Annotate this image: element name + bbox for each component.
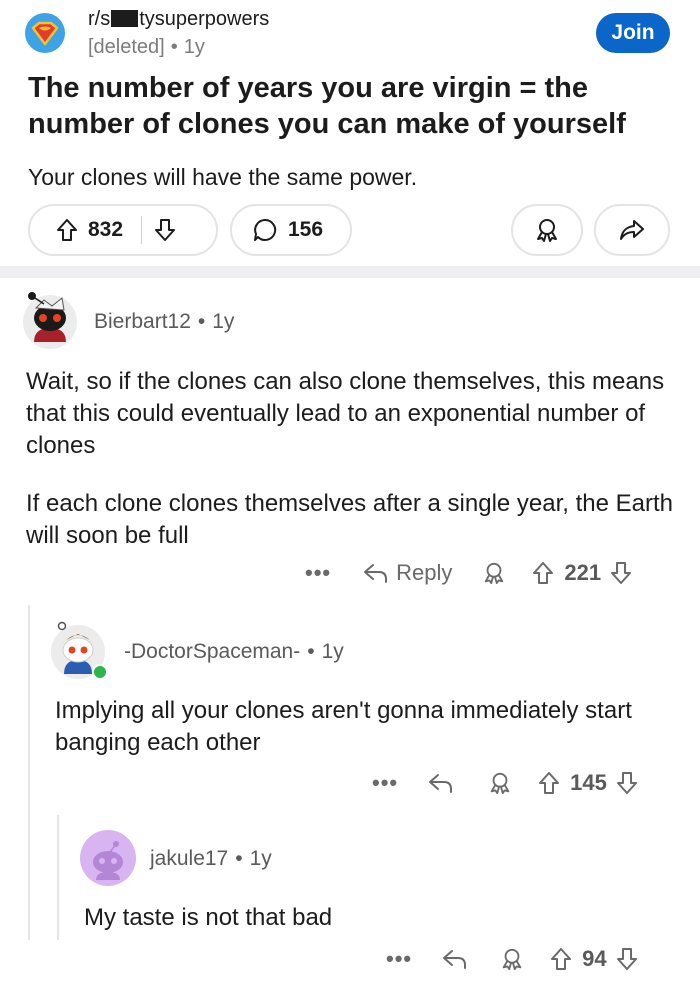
thread-line[interactable]: [57, 815, 59, 940]
comment-username[interactable]: Bierbart12: [94, 310, 191, 333]
award-icon[interactable]: [482, 561, 506, 585]
subreddit-prefix: r/s: [88, 8, 111, 30]
join-button[interactable]: Join: [596, 13, 670, 53]
comment-actions: ••• 94: [386, 946, 638, 972]
more-options-button[interactable]: •••: [372, 770, 398, 796]
award-icon: [534, 217, 560, 243]
award-icon[interactable]: [500, 947, 524, 971]
comment-author-row: jakule17 • 1y: [150, 847, 272, 871]
share-icon: [619, 218, 645, 242]
meta-separator: •: [235, 847, 243, 870]
share-button[interactable]: [594, 204, 670, 256]
subreddit-name[interactable]: r/s tysuperpowers: [88, 8, 269, 31]
online-status-indicator: [92, 664, 108, 680]
thread-line[interactable]: [28, 605, 30, 940]
post-title[interactable]: The number of years you are virgin = the…: [28, 70, 678, 142]
award-button[interactable]: [511, 204, 583, 256]
reply-button[interactable]: Reply: [363, 560, 452, 586]
post-author: [deleted]: [88, 36, 165, 58]
reply-label: Reply: [396, 560, 453, 585]
comment-actions: ••• Reply 221: [305, 560, 632, 586]
comment-text: Wait, so if the clones can also clone th…: [26, 368, 665, 459]
meta-separator: •: [197, 310, 206, 333]
downvote-icon[interactable]: [154, 218, 176, 242]
post-upvote-count: 832: [88, 218, 124, 241]
meta-separator: •: [170, 36, 178, 58]
post-meta: [deleted] • 1y: [88, 36, 205, 59]
reply-icon[interactable]: [442, 948, 468, 970]
comment-text: If each clone clones themselves after a …: [26, 490, 674, 549]
downvote-icon[interactable]: [610, 561, 632, 585]
downvote-icon[interactable]: [616, 771, 638, 795]
comment-text: Implying all your clones aren't gonna im…: [55, 697, 632, 756]
vote-divider: [141, 216, 143, 244]
reply-icon: [363, 562, 389, 584]
comment-score: 94: [582, 946, 607, 971]
meta-separator: •: [307, 640, 315, 663]
comment-count: 156: [288, 218, 324, 241]
comment-author-row: Bierbart12 • 1y: [94, 310, 234, 334]
avatar[interactable]: [22, 290, 78, 349]
downvote-icon[interactable]: [616, 947, 638, 971]
subreddit-icon[interactable]: [25, 13, 65, 53]
comment-score: 221: [564, 560, 602, 585]
more-options-button[interactable]: •••: [386, 946, 412, 972]
comment-actions: ••• 145: [372, 770, 638, 796]
upvote-icon[interactable]: [56, 218, 78, 242]
post-body: Your clones will have the same power.: [28, 164, 418, 190]
post-age: 1y: [183, 36, 205, 58]
comment-author-row: -DoctorSpaceman- • 1y: [124, 640, 344, 664]
post-vote-bar: 832: [28, 204, 218, 256]
reply-icon[interactable]: [428, 772, 454, 794]
comment-username[interactable]: jakule17: [150, 847, 228, 870]
comment-score: 145: [570, 770, 607, 795]
section-divider: [0, 266, 700, 278]
subreddit-suffix: tysuperpowers: [139, 8, 270, 30]
post: r/s tysuperpowers [deleted] • 1y Join The n…: [0, 0, 700, 266]
comment-age: 1y: [212, 310, 235, 333]
comment-age: 1y: [321, 640, 344, 663]
comments-button[interactable]: 156: [230, 204, 352, 256]
award-icon[interactable]: [488, 771, 512, 795]
upvote-icon[interactable]: [550, 947, 572, 971]
comment-username[interactable]: -DoctorSpaceman-: [124, 640, 300, 663]
upvote-icon[interactable]: [532, 561, 554, 585]
comment-age: 1y: [249, 847, 272, 870]
comment-text: My taste is not that bad: [84, 904, 333, 931]
redaction-block: [111, 10, 139, 27]
upvote-icon[interactable]: [538, 771, 560, 795]
comment-icon: [252, 217, 278, 243]
more-options-button[interactable]: •••: [305, 560, 331, 586]
avatar[interactable]: [80, 830, 136, 886]
